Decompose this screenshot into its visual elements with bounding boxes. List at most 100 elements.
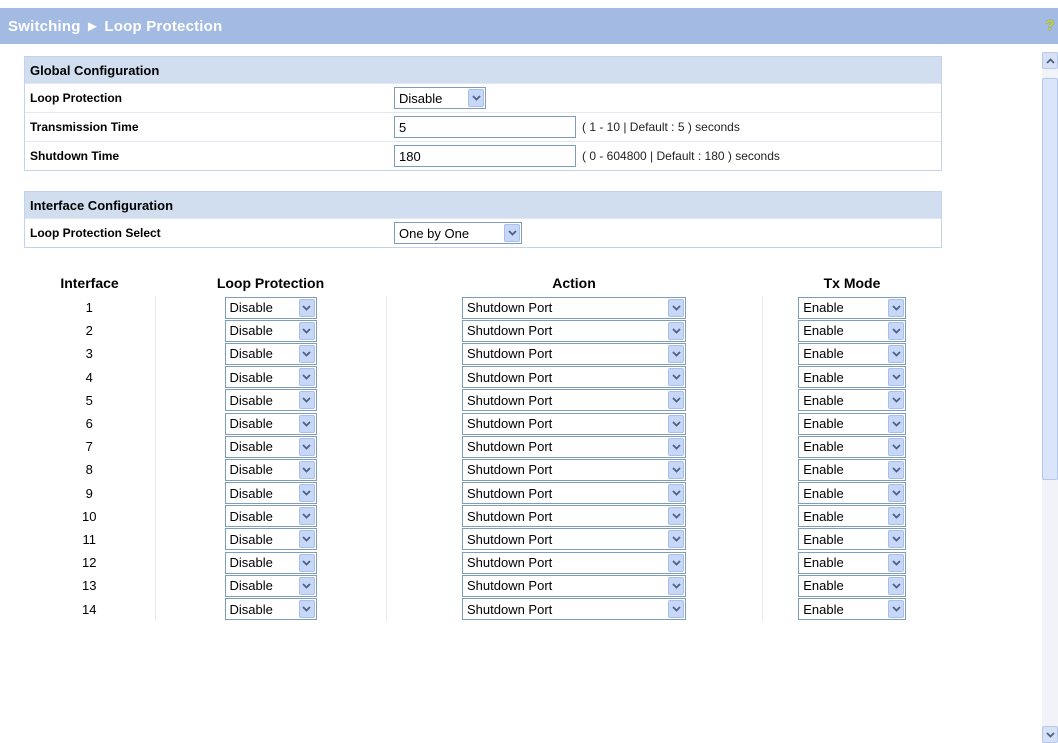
chevron-down-icon[interactable] <box>668 437 684 456</box>
chevron-down-icon[interactable] <box>668 484 684 503</box>
action-cell-select[interactable]: Shutdown Port <box>462 435 686 458</box>
chevron-down-icon[interactable] <box>298 507 315 526</box>
chevron-down-icon[interactable] <box>888 553 905 572</box>
action-cell-select[interactable]: Shutdown Port <box>462 296 686 319</box>
action-cell-select[interactable]: Shutdown Port <box>462 319 686 342</box>
chevron-down-icon[interactable] <box>668 460 684 479</box>
tx-mode-cell-select[interactable]: Enable <box>798 319 907 342</box>
chevron-down-icon[interactable] <box>668 368 684 387</box>
tx-mode-cell-select[interactable]: Enable <box>798 412 907 435</box>
chevron-down-icon[interactable] <box>888 437 905 456</box>
tx-mode-cell-select[interactable]: Enable <box>798 574 907 597</box>
scrollbar-thumb[interactable] <box>1042 78 1058 480</box>
chevron-down-icon[interactable] <box>298 576 315 595</box>
chevron-down-icon[interactable] <box>888 414 905 433</box>
chevron-down-icon[interactable] <box>298 530 315 549</box>
loop-protection-cell-select[interactable]: Disable <box>224 551 317 574</box>
action-cell-select[interactable]: Shutdown Port <box>462 505 686 528</box>
chevron-down-icon[interactable] <box>888 530 905 549</box>
loop-protection-cell-select[interactable]: Disable <box>224 412 317 435</box>
loop-protection-cell-select[interactable]: Disable <box>224 389 317 412</box>
action-cell-select[interactable]: Shutdown Port <box>462 389 686 412</box>
chevron-down-icon[interactable] <box>298 484 315 503</box>
loop-protection-select[interactable]: Disable <box>394 87 486 109</box>
chevron-down-icon[interactable] <box>668 507 684 526</box>
chevron-down-icon[interactable] <box>298 298 315 317</box>
action-cell-select[interactable]: Shutdown Port <box>462 551 686 574</box>
chevron-down-icon[interactable] <box>888 391 905 410</box>
chevron-down-icon[interactable] <box>298 368 315 387</box>
shutdown-time-input[interactable]: 180 <box>394 145 576 167</box>
action-cell-select[interactable]: Shutdown Port <box>462 366 686 389</box>
chevron-down-icon[interactable] <box>468 89 484 107</box>
loop-protection-cell-select[interactable]: Disable <box>224 574 317 597</box>
chevron-down-icon[interactable] <box>668 344 684 363</box>
chevron-down-icon[interactable] <box>888 368 905 387</box>
tx-mode-cell-select[interactable]: Enable <box>798 296 907 319</box>
chevron-down-icon[interactable] <box>298 600 315 619</box>
loop-protection-cell-value: Disable <box>229 439 273 455</box>
tx-mode-cell-select[interactable]: Enable <box>798 505 907 528</box>
chevron-down-icon[interactable] <box>668 414 684 433</box>
chevron-down-icon[interactable] <box>298 344 315 363</box>
action-cell-select[interactable]: Shutdown Port <box>462 528 686 551</box>
tx-mode-cell-select[interactable]: Enable <box>798 389 907 412</box>
chevron-down-icon[interactable] <box>888 600 905 619</box>
tx-mode-cell-value: Enable <box>803 416 844 432</box>
chevron-down-icon[interactable] <box>888 344 905 363</box>
chevron-down-icon[interactable] <box>668 321 684 340</box>
action-cell-select[interactable]: Shutdown Port <box>462 598 686 621</box>
chevron-down-icon[interactable] <box>668 298 684 317</box>
tx-mode-cell-select[interactable]: Enable <box>798 482 907 505</box>
tx-mode-cell-select[interactable]: Enable <box>798 598 907 621</box>
chevron-down-icon[interactable] <box>668 576 684 595</box>
loop-protection-cell-select[interactable]: Disable <box>224 342 317 365</box>
loop-protection-cell-select[interactable]: Disable <box>224 319 317 342</box>
tx-mode-cell-select[interactable]: Enable <box>798 366 907 389</box>
action-cell-select[interactable]: Shutdown Port <box>462 574 686 597</box>
loop-protection-cell-value: Disable <box>229 555 273 571</box>
chevron-down-icon[interactable] <box>298 414 315 433</box>
chevron-down-icon[interactable] <box>888 484 905 503</box>
loop-protection-cell-select[interactable]: Disable <box>224 366 317 389</box>
action-cell-select[interactable]: Shutdown Port <box>462 482 686 505</box>
chevron-down-icon[interactable] <box>504 224 520 242</box>
transmission-time-input[interactable]: 5 <box>394 116 576 138</box>
tx-mode-cell-select[interactable]: Enable <box>798 458 907 481</box>
chevron-down-icon[interactable] <box>298 553 315 572</box>
chevron-down-icon[interactable] <box>668 391 684 410</box>
loop-protection-cell-select[interactable]: Disable <box>224 598 317 621</box>
action-cell-value: Shutdown Port <box>467 485 553 501</box>
loop-protection-cell-select[interactable]: Disable <box>224 435 317 458</box>
action-cell-select[interactable]: Shutdown Port <box>462 412 686 435</box>
scroll-up-button[interactable] <box>1042 52 1058 69</box>
chevron-down-icon[interactable] <box>298 437 315 456</box>
action-cell-select[interactable]: Shutdown Port <box>462 458 686 481</box>
chevron-down-icon[interactable] <box>668 600 684 619</box>
vertical-scrollbar[interactable] <box>1042 52 1058 743</box>
loop-protection-cell-value: Disable <box>229 346 273 362</box>
tx-mode-cell-select[interactable]: Enable <box>798 528 907 551</box>
chevron-down-icon[interactable] <box>298 321 315 340</box>
loop-protection-cell-select[interactable]: Disable <box>224 482 317 505</box>
chevron-down-icon[interactable] <box>668 553 684 572</box>
chevron-down-icon[interactable] <box>298 460 315 479</box>
chevron-down-icon[interactable] <box>888 298 905 317</box>
chevron-down-icon[interactable] <box>888 321 905 340</box>
tx-mode-cell-select[interactable]: Enable <box>798 342 907 365</box>
loop-protection-cell-select[interactable]: Disable <box>224 505 317 528</box>
chevron-down-icon[interactable] <box>888 507 905 526</box>
scroll-down-button[interactable] <box>1042 726 1058 743</box>
loop-protection-cell-select[interactable]: Disable <box>224 528 317 551</box>
chevron-down-icon[interactable] <box>888 460 905 479</box>
chevron-down-icon[interactable] <box>668 530 684 549</box>
tx-mode-cell-select[interactable]: Enable <box>798 435 907 458</box>
tx-mode-cell-select[interactable]: Enable <box>798 551 907 574</box>
loop-protection-mode-select[interactable]: One by One <box>394 222 522 244</box>
action-cell-select[interactable]: Shutdown Port <box>462 342 686 365</box>
chevron-down-icon[interactable] <box>298 391 315 410</box>
loop-protection-cell-select[interactable]: Disable <box>224 458 317 481</box>
loop-protection-cell-select[interactable]: Disable <box>224 296 317 319</box>
chevron-down-icon[interactable] <box>888 576 905 595</box>
help-icon[interactable]: ? <box>1044 17 1056 35</box>
